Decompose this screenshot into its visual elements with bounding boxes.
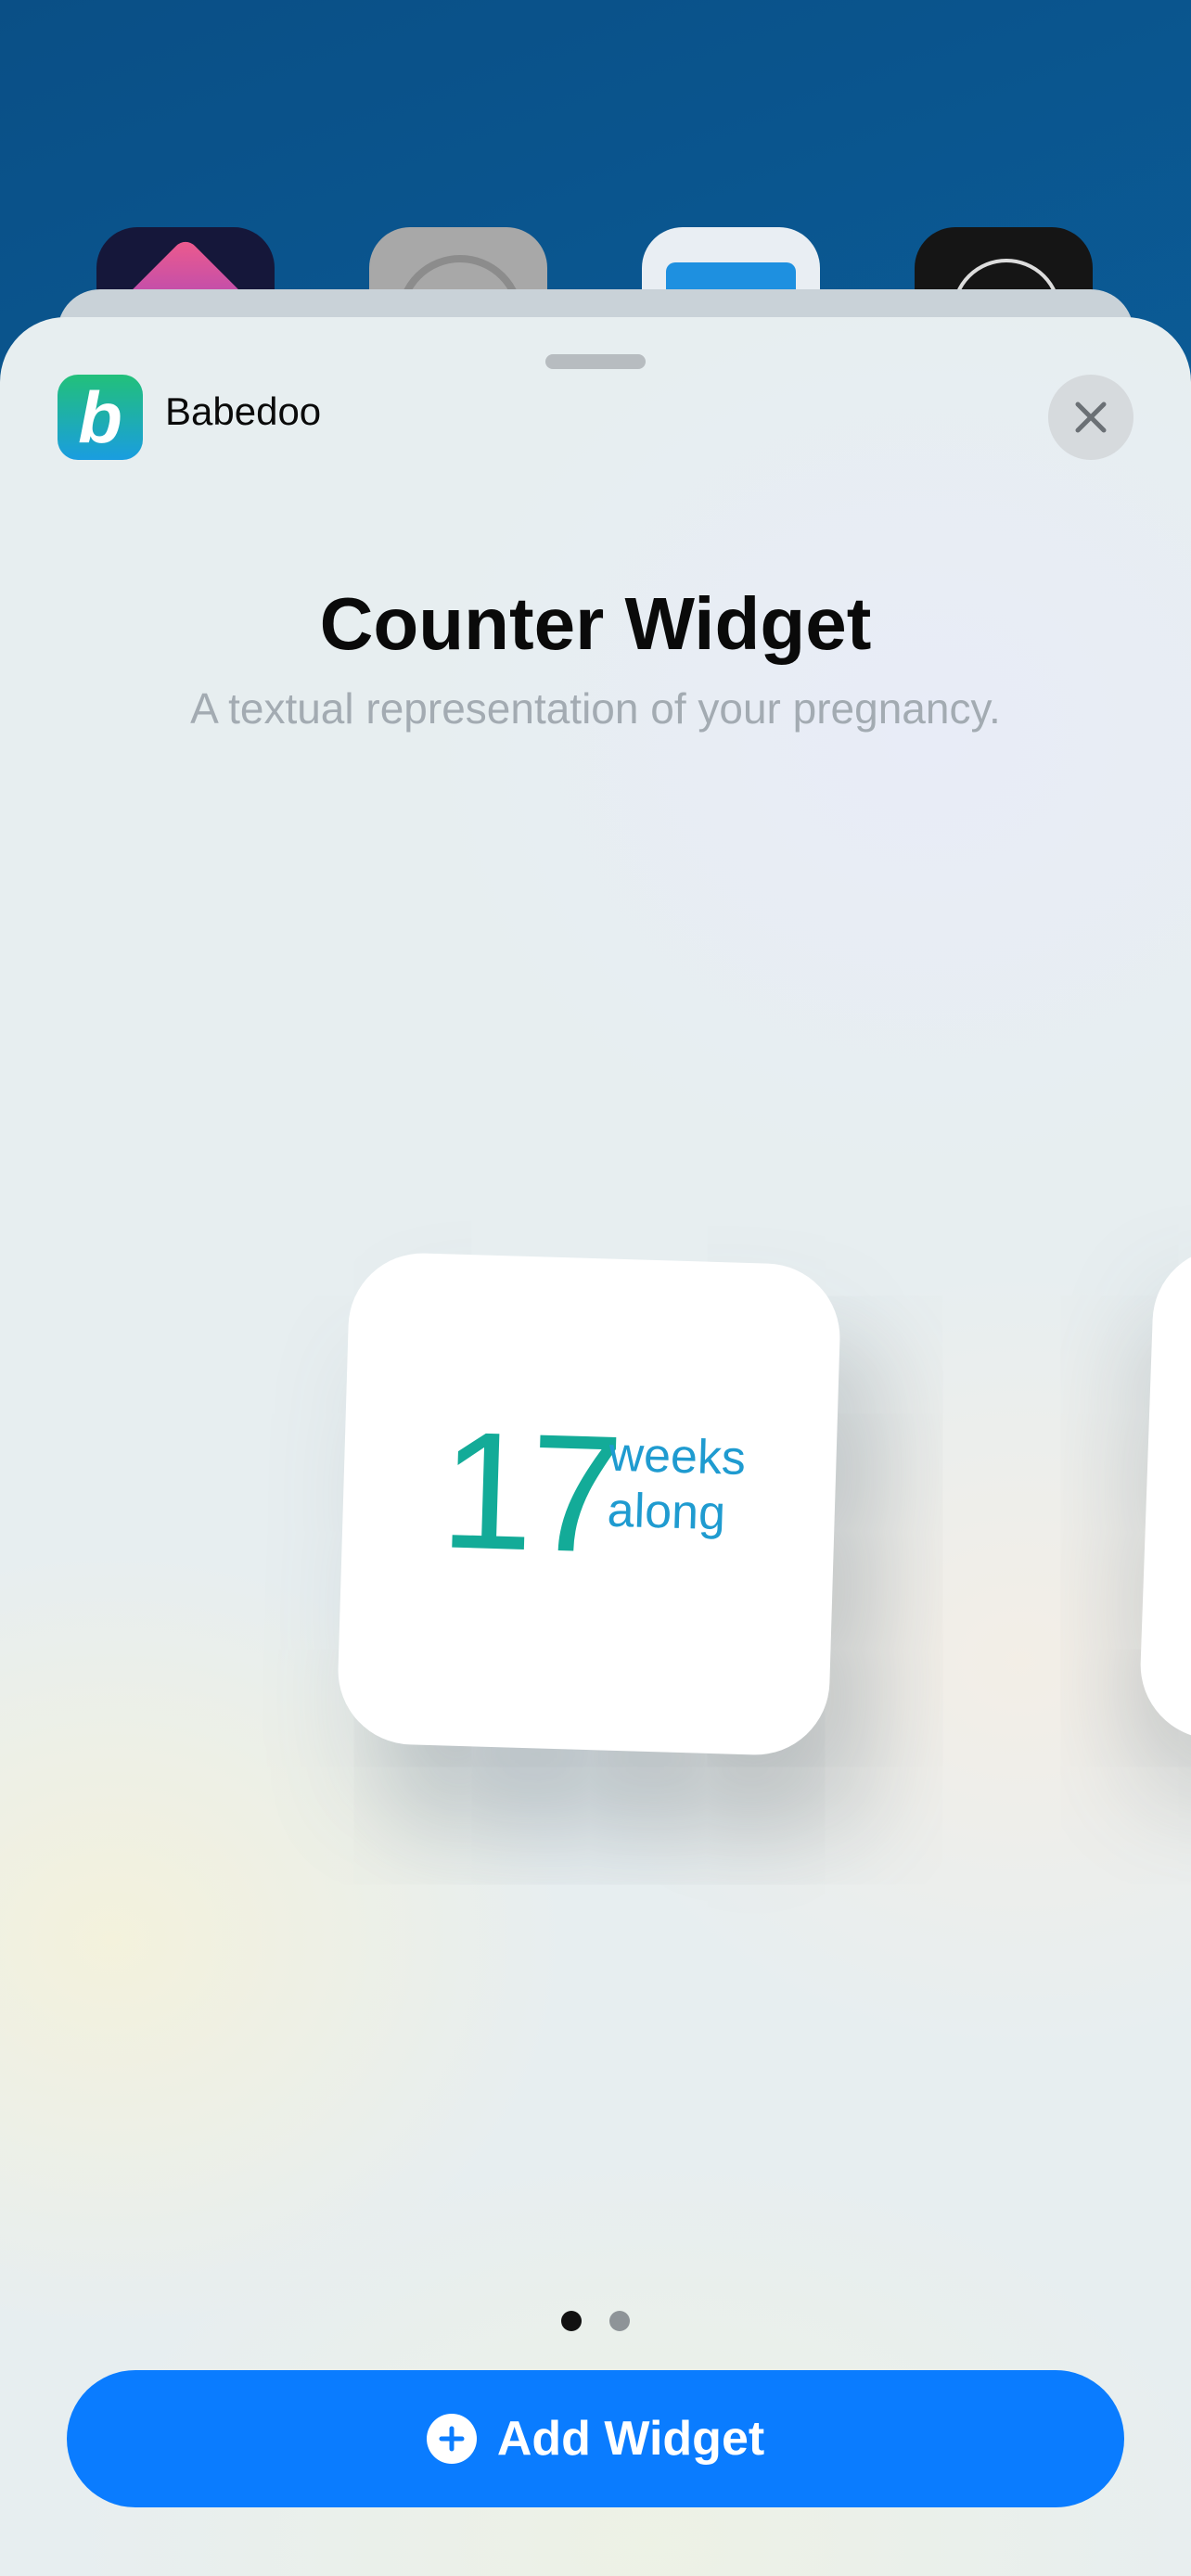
close-icon	[1075, 402, 1107, 433]
sheet-grabber[interactable]	[545, 354, 646, 369]
widget-preview[interactable]: 17 weeks along	[336, 1251, 842, 1757]
next-widget-preview[interactable]	[1137, 1244, 1191, 1754]
page-dot-2[interactable]	[609, 2311, 630, 2331]
widget-gallery-sheet: b Babedoo Counter Widget A textual repre…	[0, 317, 1191, 2576]
home-screen-background	[0, 0, 1191, 405]
widget-title: Counter Widget	[319, 582, 872, 665]
close-button[interactable]	[1048, 375, 1133, 460]
page-indicator	[0, 2311, 1191, 2331]
app-name: Babedoo	[165, 389, 322, 433]
week-count: 17	[438, 1396, 622, 1588]
add-widget-label: Add Widget	[496, 2412, 765, 2466]
week-unit-line1: weeks	[608, 1427, 747, 1486]
app-icon: b	[58, 375, 143, 460]
plus-circle-icon	[426, 2414, 477, 2464]
add-widget-button[interactable]: Add Widget	[67, 2370, 1124, 2507]
widget-description: A textual representation of your pregnan…	[190, 684, 1001, 733]
page-dot-1[interactable]	[561, 2311, 582, 2331]
week-unit-line2: along	[606, 1483, 726, 1541]
app-icon-letter: b	[78, 376, 122, 458]
